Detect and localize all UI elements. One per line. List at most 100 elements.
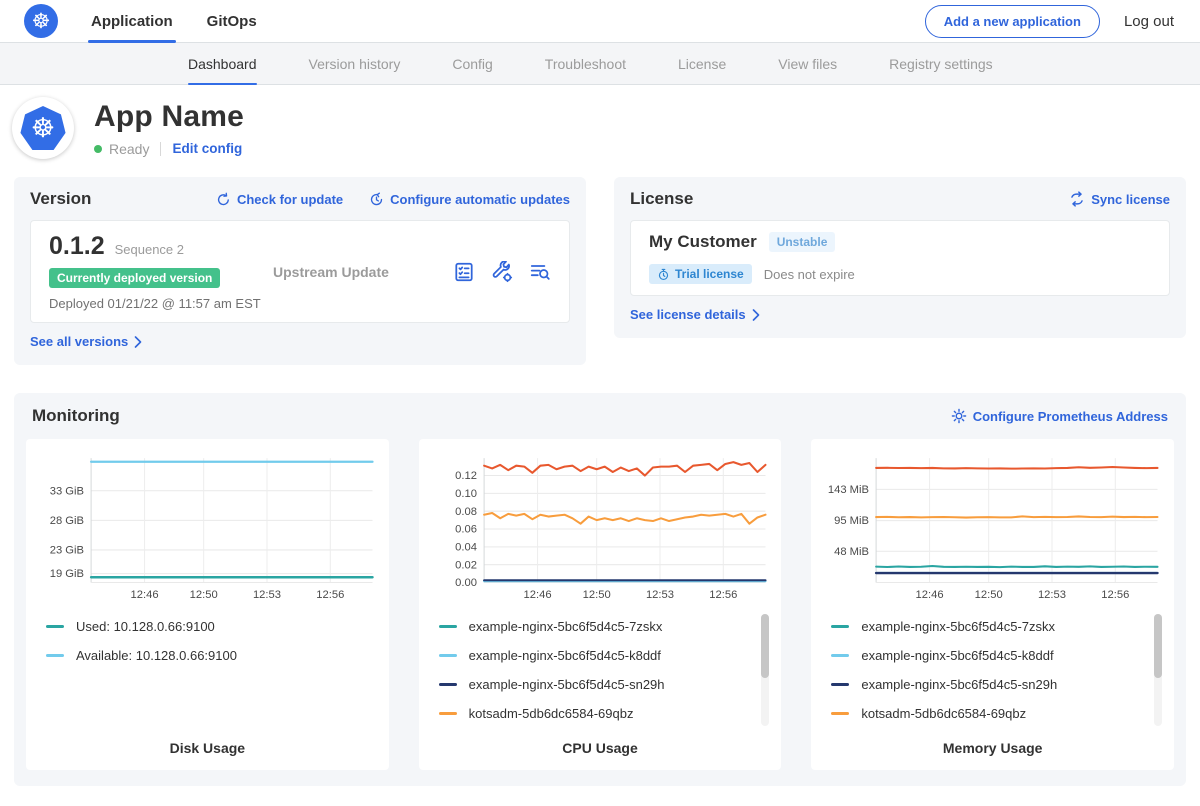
preflight-checks-icon[interactable] xyxy=(453,261,475,283)
svg-text:12:56: 12:56 xyxy=(709,589,737,601)
legend-label: Available: 10.128.0.66:9100 xyxy=(76,648,237,663)
see-license-details-link[interactable]: See license details xyxy=(630,307,760,322)
log-out-button[interactable]: Log out xyxy=(1124,13,1174,30)
version-heading: Version xyxy=(30,189,216,209)
svg-text:143 MiB: 143 MiB xyxy=(828,484,869,496)
legend-scrollbar xyxy=(1154,614,1162,726)
cpu-usage-chart: 0.120.100.080.060.040.020.0012:4612:5012… xyxy=(427,451,774,606)
svg-text:12:56: 12:56 xyxy=(316,589,344,601)
view-logs-icon[interactable] xyxy=(529,261,551,283)
svg-text:12:50: 12:50 xyxy=(190,589,218,601)
legend-scrollbar xyxy=(761,614,769,726)
legend-color-dash xyxy=(439,625,457,628)
subnav-tab-config[interactable]: Config xyxy=(452,43,492,84)
version-number: 0.1.2 xyxy=(49,232,105,261)
topnav-tab-application[interactable]: Application xyxy=(88,0,176,42)
add-a-new-application-button[interactable]: Add a new application xyxy=(925,5,1100,38)
ready-status-dot xyxy=(94,145,102,153)
disk-usage-chart-card: 33 GiB28 GiB23 GiB19 GiB12:4612:5012:531… xyxy=(26,439,389,770)
license-panel: License Sync license My Customer Unstabl… xyxy=(614,177,1186,338)
svg-text:23 GiB: 23 GiB xyxy=(50,545,84,557)
topnav-tabs: Application GitOps xyxy=(88,0,260,42)
svg-text:95 MiB: 95 MiB xyxy=(834,515,869,527)
cpu-usage-chart-card: 0.120.100.080.060.040.020.0012:4612:5012… xyxy=(419,439,782,770)
legend-item: example-nginx-5bc6f5d4c5-sn29h xyxy=(439,670,748,699)
monitoring-panel: Monitoring Configure Prometheus Address … xyxy=(14,393,1186,786)
configure-automatic-updates-link[interactable]: Configure automatic updates xyxy=(369,192,570,207)
topnav-tab-gitops[interactable]: GitOps xyxy=(204,0,260,42)
svg-text:12:46: 12:46 xyxy=(916,589,944,601)
customer-name: My Customer xyxy=(649,232,757,252)
monitoring-heading: Monitoring xyxy=(32,406,951,426)
subnav-tab-version-history[interactable]: Version history xyxy=(309,43,401,84)
chart-title: CPU Usage xyxy=(427,730,774,756)
sequence-label: Sequence 2 xyxy=(115,242,184,257)
app-icon: ☸ xyxy=(12,97,74,159)
legend-label: example-nginx-5bc6f5d4c5-k8ddf xyxy=(861,648,1053,663)
disk-usage-legend: Used: 10.128.0.66:9100 Available: 10.128.… xyxy=(46,612,381,730)
sync-license-link[interactable]: Sync license xyxy=(1069,191,1170,207)
svg-text:12:53: 12:53 xyxy=(646,589,674,601)
cpu-usage-legend: example-nginx-5bc6f5d4c5-7zskx example-ng… xyxy=(439,612,774,730)
check-for-update-link[interactable]: Check for update xyxy=(216,192,343,207)
kubernetes-logo-icon: ☸ xyxy=(24,4,58,38)
legend-item: kotsadm-5db6dc6584-69qbz xyxy=(439,699,748,728)
legend-item: Available: 10.128.0.66:9100 xyxy=(46,641,355,670)
edit-config-link[interactable]: Edit config xyxy=(172,141,242,156)
subnav-tab-view-files[interactable]: View files xyxy=(778,43,837,84)
version-source-label: Upstream Update xyxy=(267,264,453,280)
legend-color-dash xyxy=(439,683,457,686)
svg-text:19 GiB: 19 GiB xyxy=(50,568,84,580)
legend-color-dash xyxy=(831,625,849,628)
legend-item: example-nginx-5bc6f5d4c5-k8ddf xyxy=(831,641,1140,670)
check-for-update-label: Check for update xyxy=(237,192,343,207)
svg-text:0.00: 0.00 xyxy=(455,577,477,589)
app-sub-nav: Dashboard Version history Config Troublesho… xyxy=(0,43,1200,85)
sync-icon xyxy=(1069,191,1085,207)
configure-prometheus-label: Configure Prometheus Address xyxy=(973,409,1168,424)
memory-usage-chart-card: 143 MiB95 MiB48 MiB12:4612:5012:5312:56 … xyxy=(811,439,1174,770)
current-version-card: 0.1.2 Sequence 2 Currently deployed vers… xyxy=(30,220,570,323)
memory-usage-chart: 143 MiB95 MiB48 MiB12:4612:5012:5312:56 xyxy=(819,451,1166,606)
legend-color-dash xyxy=(831,654,849,657)
config-wrench-icon[interactable] xyxy=(491,261,513,283)
expiration-text: Does not expire xyxy=(764,267,855,282)
legend-label: example-nginx-5bc6f5d4c5-sn29h xyxy=(861,677,1057,692)
legend-color-dash xyxy=(831,712,849,715)
svg-text:12:56: 12:56 xyxy=(1102,589,1130,601)
svg-text:33 GiB: 33 GiB xyxy=(50,485,84,497)
app-header: ☸ App Name Ready Edit config xyxy=(0,85,1200,172)
currently-deployed-badge: Currently deployed version xyxy=(49,268,220,288)
subnav-tab-registry-settings[interactable]: Registry settings xyxy=(889,43,992,84)
see-all-versions-link[interactable]: See all versions xyxy=(30,334,142,349)
legend-item: example-nginx-5bc6f5d4c5-7zskx xyxy=(831,612,1140,641)
trial-license-badge: Trial license xyxy=(649,264,752,284)
legend-item: kotsadm-5db6dc6584-69qbz xyxy=(831,699,1140,728)
svg-text:28 GiB: 28 GiB xyxy=(50,515,84,527)
subnav-tab-dashboard[interactable]: Dashboard xyxy=(188,43,257,84)
configure-prometheus-link[interactable]: Configure Prometheus Address xyxy=(951,408,1168,424)
legend-label: example-nginx-5bc6f5d4c5-sn29h xyxy=(469,677,665,692)
subnav-tab-troubleshoot[interactable]: Troubleshoot xyxy=(545,43,626,84)
subnav-tab-license[interactable]: License xyxy=(678,43,726,84)
legend-item: example-nginx-5bc6f5d4c5-sn29h xyxy=(831,670,1140,699)
sync-license-label: Sync license xyxy=(1091,192,1170,207)
top-nav: ☸ Application GitOps Add a new applicatio… xyxy=(0,0,1200,43)
legend-item: Used: 10.128.0.66:9100 xyxy=(46,612,355,641)
see-license-details-label: See license details xyxy=(630,307,746,322)
version-panel: Version Check for update Configure autom… xyxy=(14,177,586,365)
refresh-icon xyxy=(216,192,231,207)
svg-text:0.04: 0.04 xyxy=(455,541,477,553)
scrollbar-thumb[interactable] xyxy=(761,614,769,678)
legend-label: kotsadm-5db6dc6584-69qbz xyxy=(469,706,634,721)
legend-label: example-nginx-5bc6f5d4c5-k8ddf xyxy=(469,648,661,663)
svg-text:12:53: 12:53 xyxy=(253,589,281,601)
legend-item: example-nginx-5bc6f5d4c5-7zskx xyxy=(439,612,748,641)
scrollbar-thumb[interactable] xyxy=(1154,614,1162,678)
chevron-right-icon xyxy=(752,309,760,321)
legend-label: example-nginx-5bc6f5d4c5-7zskx xyxy=(469,619,663,634)
memory-usage-legend: example-nginx-5bc6f5d4c5-7zskx example-ng… xyxy=(831,612,1166,730)
svg-text:0.06: 0.06 xyxy=(455,524,477,536)
configure-automatic-updates-label: Configure automatic updates xyxy=(390,192,570,207)
svg-text:0.12: 0.12 xyxy=(455,470,477,482)
